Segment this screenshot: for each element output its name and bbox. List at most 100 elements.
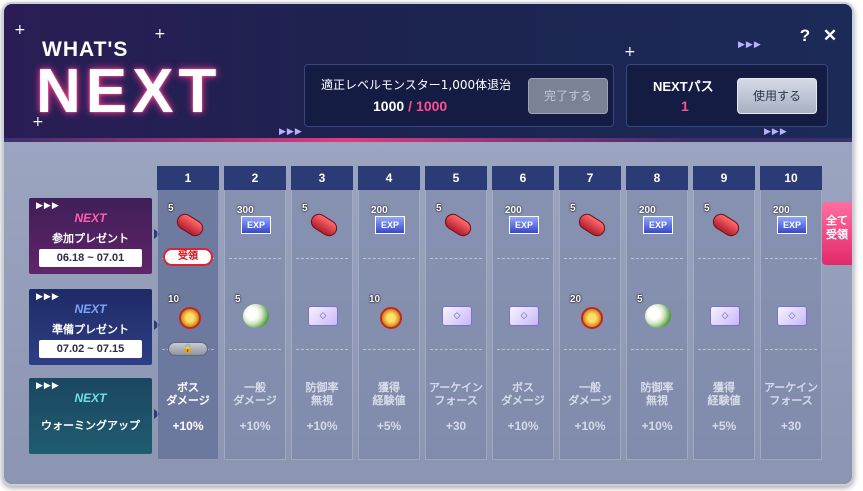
participation-reward[interactable]: EXP 200: [635, 203, 681, 243]
row-date: 07.02 ~ 07.15: [39, 340, 142, 358]
day-number: 2: [224, 166, 286, 190]
buff-name: アーケイン フォース: [763, 381, 819, 407]
day-column-8: 8 EXP 200 5 防御率 無視 +10%: [626, 166, 688, 460]
row-label-preparation: ▶▶▶ NEXT 準備プレゼント 07.02 ~ 07.15: [29, 289, 152, 365]
row-divider: [497, 349, 549, 350]
day-number: 10: [760, 166, 822, 190]
buff-value: +10%: [239, 419, 271, 433]
claim-all-button[interactable]: 全て 受領: [822, 202, 852, 265]
participation-reward[interactable]: EXP 300: [233, 203, 279, 243]
flower-icon: [645, 304, 671, 328]
participation-reward[interactable]: 5: [702, 203, 748, 243]
pass-panel: NEXTパス 1 使用する: [626, 64, 828, 127]
reward-quantity: 300: [237, 205, 254, 216]
participation-reward[interactable]: 5: [300, 203, 346, 243]
complete-button[interactable]: 完了する: [528, 78, 608, 114]
exp-coupon-icon: EXP: [643, 216, 673, 234]
row-divider: [631, 258, 683, 259]
row-divider: [229, 349, 281, 350]
preparation-reward[interactable]: 20: [568, 294, 614, 334]
preparation-reward[interactable]: ◇: [434, 294, 480, 334]
card-icon: ◇: [777, 306, 807, 326]
mission-progress: 1000/1000: [373, 98, 447, 114]
capsule-icon: [173, 210, 207, 240]
buff-value: +5%: [711, 419, 737, 433]
reward-quantity: 5: [302, 203, 308, 214]
reward-quantity: 10: [168, 294, 180, 305]
sparkle-icon: +: [154, 26, 166, 42]
day-number: 9: [693, 166, 755, 190]
row-divider: [497, 258, 549, 259]
day-column-4: 4 EXP 200 10 獲得 経験値 +5%: [358, 166, 420, 460]
close-icon[interactable]: ✕: [822, 27, 838, 45]
buff-value: +10%: [172, 419, 204, 433]
participation-reward[interactable]: 5: [568, 203, 614, 243]
participation-reward[interactable]: EXP 200: [501, 203, 547, 243]
participation-reward[interactable]: EXP 200: [367, 203, 413, 243]
preparation-reward[interactable]: ◇: [769, 294, 815, 334]
day-number: 3: [291, 166, 353, 190]
dots-decoration: ▶▶▶: [36, 381, 60, 391]
participation-reward[interactable]: 5: [434, 203, 480, 243]
buff-name: 防御率 無視: [305, 381, 339, 407]
mission-label: 適正レベルモンスター1,000体退治: [321, 78, 512, 92]
day-column-10: 10 EXP 200 ◇ アーケイン フォース +30: [760, 166, 822, 460]
card-icon: ◇: [509, 306, 539, 326]
participation-reward[interactable]: 5: [166, 203, 212, 243]
preparation-reward[interactable]: 10: [367, 294, 413, 334]
use-pass-button[interactable]: 使用する: [737, 78, 817, 114]
day-column-6: 6 EXP 200 ◇ ボス ダメージ +10%: [492, 166, 554, 460]
row-divider: [229, 258, 281, 259]
capsule-icon: [575, 210, 609, 240]
buff-name: 獲得 経験値: [707, 381, 741, 407]
day-number: 6: [492, 166, 554, 190]
preparation-reward[interactable]: ◇: [702, 294, 748, 334]
day-column-5: 5 5 ◇ アーケイン フォース +30: [425, 166, 487, 460]
buff-value: +10%: [574, 419, 606, 433]
row-divider: [765, 258, 817, 259]
medal-icon: [380, 307, 402, 329]
dots-decoration: ▶▶▶: [279, 127, 303, 137]
sparkle-icon: +: [14, 22, 26, 38]
row-label-warming-up: ▶▶▶ NEXT ウォーミングアップ: [29, 378, 152, 454]
reward-quantity: 5: [570, 203, 576, 214]
day-number: 1: [157, 166, 219, 190]
preparation-reward[interactable]: 5: [233, 294, 279, 334]
dots-decoration: ▶▶▶: [738, 40, 762, 50]
preparation-reward[interactable]: ◇: [501, 294, 547, 334]
pass-label: NEXTパス: [653, 79, 714, 94]
reward-quantity: 200: [773, 205, 790, 216]
buff-name: 防御率 無視: [640, 381, 674, 407]
buff-name: ボス ダメージ: [166, 381, 210, 407]
buff-value: +5%: [376, 419, 402, 433]
buff-name: 一般 ダメージ: [568, 381, 612, 407]
capsule-icon: [441, 210, 475, 240]
reward-quantity: 10: [369, 294, 381, 305]
day-column-3: 3 5 ◇ 防御率 無視 +10%: [291, 166, 353, 460]
capsule-icon: [307, 210, 341, 240]
preparation-reward[interactable]: 5: [635, 294, 681, 334]
row-divider: [363, 258, 415, 259]
preparation-reward[interactable]: 10: [166, 294, 212, 334]
dots-decoration: ▶▶▶: [764, 127, 788, 137]
buff-value: +10%: [641, 419, 673, 433]
day-number: 8: [626, 166, 688, 190]
row-title: ウォーミングアップ: [41, 419, 140, 432]
reward-board: ▶▶▶ NEXT 参加プレゼント 06.18 ~ 07.01 ▶▶▶ NEXT …: [4, 142, 852, 484]
mission-current: 1000: [373, 98, 405, 114]
day-column-9: 9 5 ◇ 獲得 経験値 +5%: [693, 166, 755, 460]
day-number: 5: [425, 166, 487, 190]
help-icon[interactable]: ?: [797, 27, 813, 45]
preparation-reward[interactable]: ◇: [300, 294, 346, 334]
participation-reward[interactable]: EXP 200: [769, 203, 815, 243]
card-icon: ◇: [442, 306, 472, 326]
reward-quantity: 200: [505, 205, 522, 216]
row-divider: [363, 349, 415, 350]
reward-quantity: 5: [436, 203, 442, 214]
row-divider: [296, 258, 348, 259]
row-divider: [296, 349, 348, 350]
reward-quantity: 5: [704, 203, 710, 214]
row-next-word: NEXT: [74, 211, 107, 225]
sparkle-icon: +: [624, 44, 636, 60]
row-title: 準備プレゼント: [52, 323, 129, 336]
